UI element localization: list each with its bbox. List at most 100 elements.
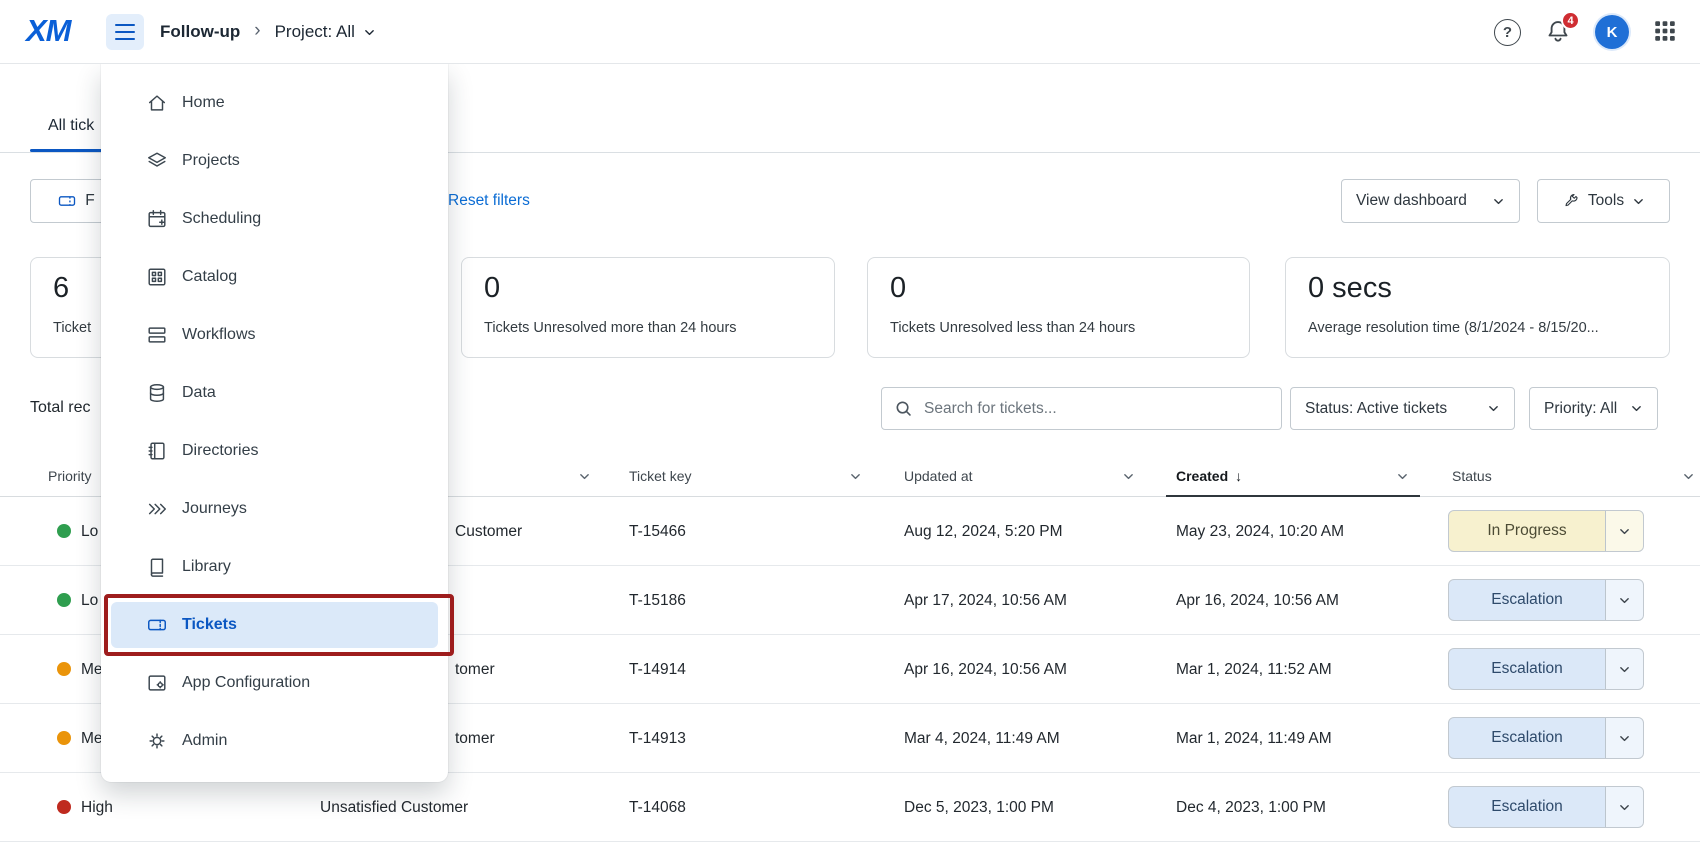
menu-item-data[interactable]: Data bbox=[111, 364, 438, 422]
notifications-button[interactable]: 4 bbox=[1544, 18, 1572, 46]
stat-label: Ticket bbox=[53, 320, 91, 336]
menu-item-directories[interactable]: Directories bbox=[111, 422, 438, 480]
chevron-down-icon[interactable] bbox=[578, 455, 591, 497]
status-filter-label: Status: Active tickets bbox=[1305, 400, 1447, 418]
chevron-down-icon bbox=[1632, 195, 1645, 208]
help-icon[interactable]: ? bbox=[1494, 19, 1521, 46]
status-dropdown[interactable]: Escalation bbox=[1448, 579, 1644, 621]
menu-item-label: Admin bbox=[182, 732, 227, 750]
chevron-down-icon[interactable] bbox=[1605, 718, 1643, 758]
search-icon bbox=[894, 399, 913, 418]
status-dropdown[interactable]: Escalation bbox=[1448, 648, 1644, 690]
status-label: In Progress bbox=[1449, 511, 1605, 551]
menu-item-label: Workflows bbox=[182, 326, 256, 344]
status-filter-dropdown[interactable]: Status: Active tickets bbox=[1290, 387, 1515, 430]
chevron-down-icon bbox=[1630, 402, 1643, 415]
tools-button[interactable]: Tools bbox=[1537, 179, 1670, 223]
status-dropdown[interactable]: Escalation bbox=[1448, 717, 1644, 759]
chevron-down-icon[interactable] bbox=[849, 455, 862, 497]
chevron-down-icon[interactable] bbox=[1605, 580, 1643, 620]
menu-item-label: Scheduling bbox=[182, 210, 261, 228]
ticket-search bbox=[881, 387, 1282, 430]
chevron-down-icon[interactable] bbox=[1605, 511, 1643, 551]
ticket-key: T-15186 bbox=[629, 566, 686, 635]
chevron-down-icon bbox=[363, 26, 376, 39]
menu-item-scheduling[interactable]: Scheduling bbox=[111, 190, 438, 248]
chevron-down-icon bbox=[1487, 402, 1500, 415]
ticket-key: T-14914 bbox=[629, 635, 686, 704]
priority-dot-low bbox=[57, 524, 71, 538]
view-dashboard-label: View dashboard bbox=[1356, 192, 1467, 210]
projects-icon bbox=[145, 149, 169, 173]
menu-item-library[interactable]: Library bbox=[111, 538, 438, 596]
tickets-icon bbox=[145, 613, 169, 637]
priority-filter-label: Priority: All bbox=[1544, 400, 1617, 418]
status-dropdown[interactable]: Escalation bbox=[1448, 786, 1644, 828]
wrench-icon bbox=[1562, 192, 1580, 210]
chevron-down-icon[interactable] bbox=[1605, 649, 1643, 689]
reset-filters-link[interactable]: Reset filters bbox=[448, 192, 530, 210]
column-header-status[interactable]: Status bbox=[1452, 455, 1492, 497]
created-at: Mar 1, 2024, 11:52 AM bbox=[1176, 635, 1332, 704]
project-selector[interactable]: Project: All bbox=[275, 22, 376, 42]
apps-grid-icon[interactable] bbox=[1652, 18, 1678, 47]
breadcrumb: Follow-up › Project: All bbox=[160, 0, 376, 64]
menu-item-journeys[interactable]: Journeys bbox=[111, 480, 438, 538]
updated-at: Mar 4, 2024, 11:49 AM bbox=[904, 704, 1060, 773]
chevron-down-icon[interactable] bbox=[1682, 455, 1695, 497]
breadcrumb-section[interactable]: Follow-up bbox=[160, 22, 240, 42]
menu-item-tickets[interactable]: Tickets bbox=[111, 602, 438, 648]
stat-label: Average resolution time (8/1/2024 - 8/15… bbox=[1308, 320, 1599, 336]
updated-at: Aug 12, 2024, 5:20 PM bbox=[904, 497, 1063, 566]
ticket-icon bbox=[57, 191, 77, 211]
status-dropdown[interactable]: In Progress bbox=[1448, 510, 1644, 552]
stat-value: 0 secs bbox=[1308, 272, 1647, 305]
priority-label: Lo bbox=[81, 497, 98, 566]
menu-item-label: App Configuration bbox=[182, 674, 310, 692]
column-header-updated-at[interactable]: Updated at bbox=[904, 455, 973, 497]
chevron-down-icon[interactable] bbox=[1122, 455, 1135, 497]
priority-dot-high bbox=[57, 800, 71, 814]
created-at: May 23, 2024, 10:20 AM bbox=[1176, 497, 1344, 566]
catalog-icon bbox=[145, 265, 169, 289]
chevron-down-icon bbox=[1492, 195, 1505, 208]
ticket-name: tomer bbox=[455, 635, 495, 704]
menu-item-label: Tickets bbox=[182, 616, 237, 634]
sort-descending-icon: ↓ bbox=[1235, 468, 1242, 484]
priority-label: Lo bbox=[81, 566, 98, 635]
menu-item-workflows[interactable]: Workflows bbox=[111, 306, 438, 364]
home-icon bbox=[145, 91, 169, 115]
column-header-created[interactable]: Created ↓ bbox=[1176, 455, 1242, 497]
view-dashboard-button[interactable]: View dashboard bbox=[1341, 179, 1520, 223]
status-label: Escalation bbox=[1449, 718, 1605, 758]
menu-item-admin[interactable]: Admin bbox=[111, 712, 438, 770]
priority-dot-medium bbox=[57, 731, 71, 745]
created-at: Mar 1, 2024, 11:49 AM bbox=[1176, 704, 1332, 773]
column-header-ticket-key[interactable]: Ticket key bbox=[629, 455, 692, 497]
app-configuration-icon bbox=[145, 671, 169, 695]
stat-card-avg-resolution-time: 0 secs Average resolution time (8/1/2024… bbox=[1285, 257, 1670, 358]
table-row[interactable]: High Unsatisfied Customer T-14068 Dec 5,… bbox=[0, 773, 1700, 842]
menu-item-projects[interactable]: Projects bbox=[111, 132, 438, 190]
updated-at: Apr 17, 2024, 10:56 AM bbox=[904, 566, 1067, 635]
app-screen: All tick F Reset filters View dashboard … bbox=[0, 0, 1700, 850]
tab-all-tickets[interactable]: All tick bbox=[48, 117, 94, 135]
hamburger-menu-icon[interactable] bbox=[106, 14, 144, 50]
menu-item-label: Projects bbox=[182, 152, 240, 170]
menu-item-home[interactable]: Home bbox=[111, 74, 438, 132]
menu-item-app-configuration[interactable]: App Configuration bbox=[111, 654, 438, 712]
stat-label: Tickets Unresolved more than 24 hours bbox=[484, 320, 737, 336]
global-nav-menu: Home Projects Scheduling Catalog Workflo… bbox=[101, 64, 448, 782]
avatar[interactable]: K bbox=[1595, 15, 1629, 49]
column-header-priority[interactable]: Priority bbox=[48, 455, 92, 497]
created-header-label: Created bbox=[1176, 468, 1228, 484]
updated-at: Dec 5, 2023, 1:00 PM bbox=[904, 773, 1054, 842]
search-input[interactable] bbox=[881, 387, 1282, 430]
chevron-down-icon[interactable] bbox=[1396, 455, 1409, 497]
priority-filter-dropdown[interactable]: Priority: All bbox=[1529, 387, 1658, 430]
menu-item-catalog[interactable]: Catalog bbox=[111, 248, 438, 306]
notification-badge: 4 bbox=[1561, 11, 1580, 30]
chevron-down-icon[interactable] bbox=[1605, 787, 1643, 827]
menu-item-label: Catalog bbox=[182, 268, 237, 286]
topbar-actions: ? 4 K bbox=[1494, 0, 1678, 64]
